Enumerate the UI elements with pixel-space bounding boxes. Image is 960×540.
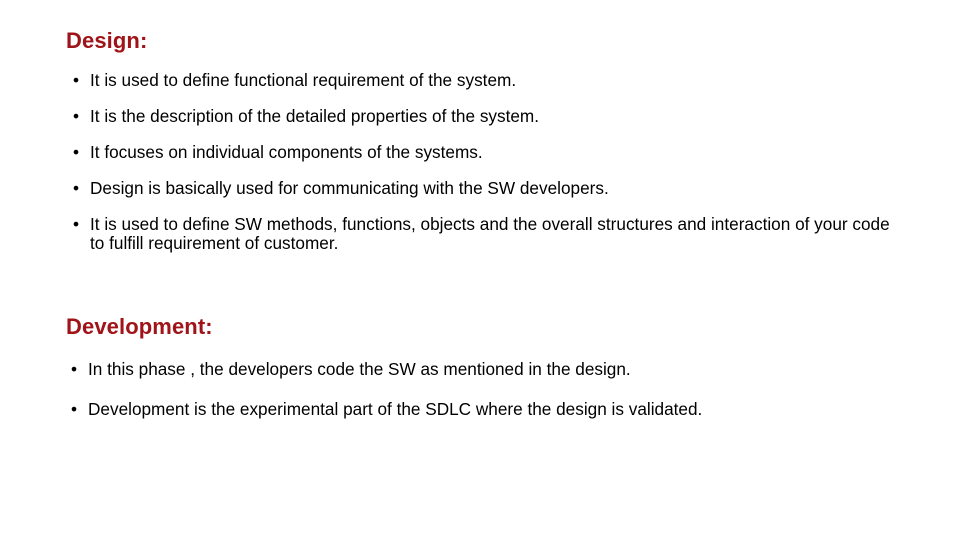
list-item: • It is used to define SW methods, funct… (66, 215, 896, 253)
list-item: • Design is basically used for communica… (66, 179, 896, 198)
section-design: Design: • It is used to define functiona… (66, 28, 896, 253)
bullet-dot-icon: • (73, 142, 80, 162)
section-heading-development: Development: (66, 314, 213, 339)
section-development: Development: • In this phase , the devel… (66, 314, 906, 419)
list-item-text: In this phase , the developers code the … (88, 359, 631, 379)
list-item: • Development is the experimental part o… (66, 400, 906, 419)
list-item: • In this phase , the developers code th… (66, 360, 906, 379)
list-item-text: It is used to define SW methods, functio… (90, 214, 890, 253)
list-item: • It is the description of the detailed … (66, 107, 896, 126)
list-item-text: It is the description of the detailed pr… (90, 106, 540, 126)
list-item: • It is used to define functional requir… (66, 71, 896, 90)
list-item-text: It is used to define functional requirem… (90, 70, 517, 90)
bullet-dot-icon: • (71, 359, 78, 379)
list-item-text: It focuses on individual components of t… (90, 142, 483, 162)
list-item-text: Design is basically used for communicati… (90, 178, 609, 198)
bullet-dot-icon: • (73, 70, 80, 90)
bullet-list-development: • In this phase , the developers code th… (66, 360, 906, 419)
list-item-text: Development is the experimental part of … (88, 399, 703, 419)
bullet-dot-icon: • (73, 106, 80, 126)
section-heading-design: Design: (66, 28, 148, 53)
slide-canvas: Design: • It is used to define functiona… (0, 0, 960, 540)
bullet-list-design: • It is used to define functional requir… (66, 71, 896, 253)
bullet-dot-icon: • (73, 214, 80, 234)
bullet-dot-icon: • (73, 178, 80, 198)
list-item: • It focuses on individual components of… (66, 143, 896, 162)
bullet-dot-icon: • (71, 399, 78, 419)
